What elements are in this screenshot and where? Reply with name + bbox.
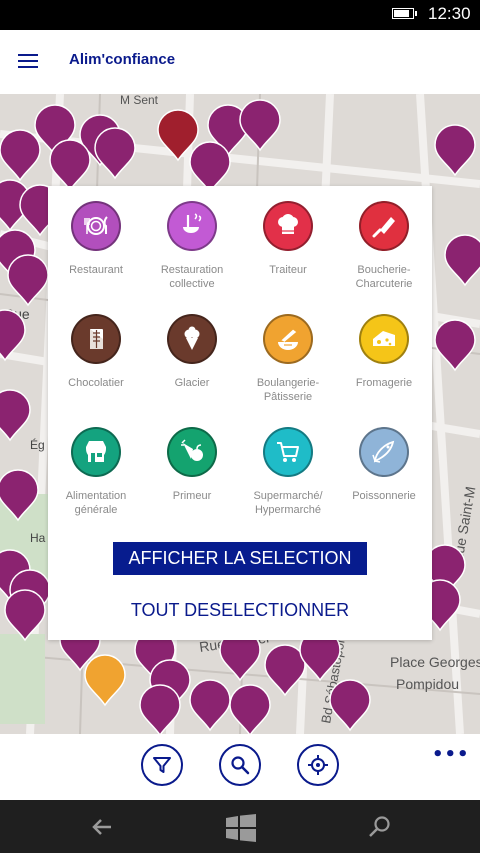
search-icon (231, 756, 250, 775)
category-toggle[interactable] (263, 427, 313, 477)
category-chef-hat[interactable]: Traiteur (240, 201, 336, 277)
cheese-icon (373, 331, 395, 346)
map-pin[interactable] (239, 99, 281, 152)
show-selection-button[interactable]: AFFICHER LA SELECTION (113, 542, 367, 575)
category-label: Restauration collective (160, 264, 224, 290)
locate-icon (308, 755, 328, 775)
category-toggle[interactable] (71, 314, 121, 364)
battery-icon (392, 8, 417, 19)
search-button[interactable] (219, 744, 261, 786)
category-toggle[interactable] (359, 314, 409, 364)
map-pin[interactable] (0, 129, 41, 182)
map-label: M Sent (120, 94, 159, 107)
category-toggle[interactable] (263, 314, 313, 364)
cart-icon (277, 442, 299, 462)
category-toggle[interactable] (167, 427, 217, 477)
category-label: Chocolatier (68, 377, 124, 389)
map-pin[interactable] (189, 141, 231, 194)
system-nav-bar (0, 800, 480, 853)
app-title: Alim'confiance (69, 51, 176, 68)
map-pin[interactable] (84, 654, 126, 707)
plate-icon (84, 216, 108, 235)
category-label: Boulangerie- Pâtisserie (256, 377, 320, 403)
status-time: 12:30 (428, 4, 471, 23)
search-icon (369, 816, 390, 837)
map-pin[interactable] (329, 679, 371, 732)
fish-icon (372, 440, 395, 463)
category-label: Alimentation générale (65, 490, 127, 516)
category-label: Fromagerie (355, 377, 413, 389)
command-bar: ••• (0, 734, 480, 800)
chef-hat-icon (278, 214, 298, 234)
category-label: Primeur (172, 490, 212, 502)
filter-button[interactable] (141, 744, 183, 786)
category-vegetables[interactable]: Primeur (144, 427, 240, 503)
category-filter-panel: Restaurant Restauration collective Traiteu… (48, 186, 432, 640)
category-label: Supermarché/ Hypermarché (253, 490, 323, 516)
map-pin[interactable] (189, 679, 231, 732)
category-toggle[interactable] (71, 427, 121, 477)
category-toggle[interactable] (359, 201, 409, 251)
category-shop[interactable]: Alimentation générale (48, 427, 144, 517)
map-label: Pompidou (396, 676, 459, 692)
category-ladle[interactable]: Restauration collective (144, 201, 240, 291)
map-pin[interactable] (0, 389, 31, 442)
more-options-button[interactable]: ••• (432, 744, 470, 765)
ladle-icon (183, 213, 202, 233)
cleaver-icon (372, 217, 395, 238)
category-cheese[interactable]: Fromagerie (336, 314, 432, 390)
category-toggle[interactable] (167, 201, 217, 251)
map-label: Ha (30, 531, 46, 545)
category-bread[interactable]: Boulangerie- Pâtisserie (240, 314, 336, 404)
map-pin[interactable] (434, 124, 476, 177)
vegetables-icon (181, 439, 203, 461)
system-search-button[interactable] (367, 814, 393, 840)
category-toggle[interactable] (167, 314, 217, 364)
deselect-all-button[interactable]: TOUT DESELECTIONNER (48, 600, 432, 621)
chocolate-bar-icon (90, 329, 103, 349)
category-label: Traiteur (269, 264, 307, 276)
map-pin[interactable] (7, 254, 49, 307)
category-toggle[interactable] (263, 201, 313, 251)
category-label: Poissonnerie (352, 490, 416, 502)
category-label: Restaurant (69, 264, 123, 276)
back-icon (92, 819, 111, 835)
category-label: Boucherie- Charcuterie (355, 264, 413, 290)
bread-icon (278, 328, 298, 350)
ice-cream-icon (184, 326, 200, 350)
category-toggle[interactable] (71, 201, 121, 251)
category-fish[interactable]: Poissonnerie (336, 427, 432, 503)
map-label: Place Georges (390, 654, 480, 670)
category-ice-cream[interactable]: Glacier (144, 314, 240, 390)
category-chocolate-bar[interactable]: Chocolatier (48, 314, 144, 390)
back-button[interactable] (89, 814, 115, 840)
filter-icon (153, 757, 171, 773)
map-pin[interactable] (434, 319, 476, 372)
hamburger-menu-icon[interactable] (18, 54, 38, 70)
category-label: Glacier (174, 377, 210, 389)
category-plate[interactable]: Restaurant (48, 201, 144, 277)
windows-start-button[interactable] (226, 814, 256, 842)
map-pin[interactable] (94, 127, 136, 180)
map-pin[interactable] (4, 589, 46, 642)
map-label: Ég (30, 437, 45, 452)
locate-button[interactable] (297, 744, 339, 786)
category-cleaver[interactable]: Boucherie- Charcuterie (336, 201, 432, 291)
category-toggle[interactable] (359, 427, 409, 477)
map-pin[interactable] (444, 234, 480, 287)
app-header: Alim'confiance (0, 30, 480, 94)
status-bar: 12:30 (0, 0, 480, 30)
windows-icon (226, 814, 256, 842)
map-pin[interactable] (229, 684, 271, 734)
category-cart[interactable]: Supermarché/ Hypermarché (240, 427, 336, 517)
shop-icon (86, 441, 106, 462)
